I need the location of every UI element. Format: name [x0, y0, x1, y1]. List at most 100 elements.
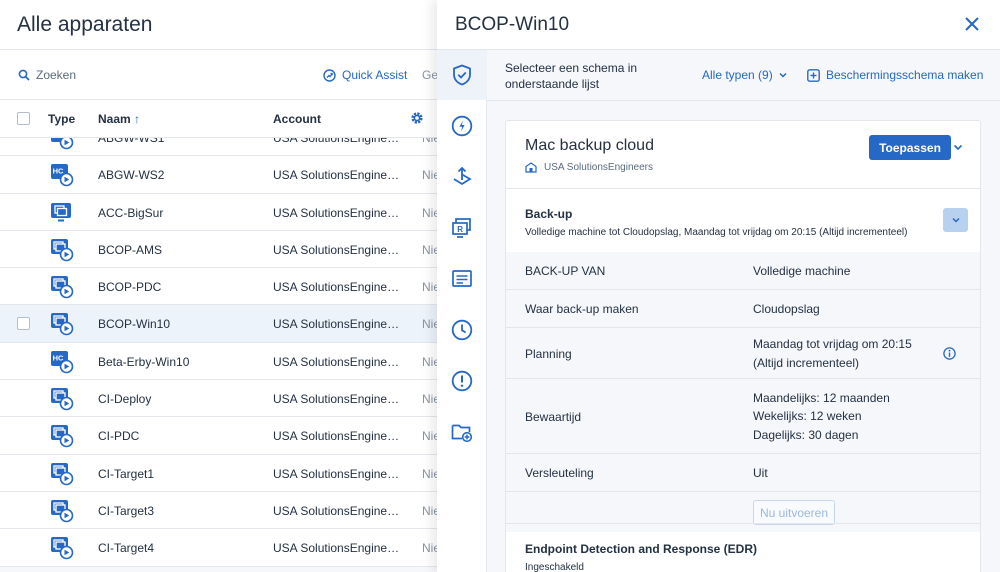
plan-selection-header: Selecteer een schema in onderstaande lij… [487, 50, 1000, 101]
device-table-body: HCABGW-WS1USA SolutionsEngineer...NieHCA… [0, 119, 437, 567]
plans-list: Mac backup cloud USA SolutionsEngineers … [487, 101, 1000, 572]
table-row[interactable]: HC ABGW-WS2 USA SolutionsEngineer... Nie [0, 156, 437, 194]
info-icon[interactable] [943, 347, 956, 360]
add-to-group-folder-icon[interactable] [450, 420, 474, 444]
device-name[interactable]: ACC-BigSur [98, 206, 163, 220]
device-status: Nie [422, 466, 437, 481]
vm-device-icon [50, 387, 74, 411]
create-protection-plan-label: Beschermingsschema maken [826, 68, 984, 82]
device-status: Nie [422, 205, 437, 220]
detail-value-line: Cloudopslag [753, 301, 820, 316]
device-name[interactable]: CI-Target1 [98, 467, 154, 481]
activities-clock-icon[interactable] [450, 318, 474, 342]
device-name[interactable]: CI-Target3 [98, 504, 154, 518]
device-status: Nie [422, 280, 437, 295]
row-checkbox[interactable] [17, 317, 30, 331]
list-toolbar: Zoeken Quick Assist Ge [0, 50, 437, 100]
search-button[interactable]: Zoeken [18, 68, 76, 82]
run-now-button[interactable]: Nu uitvoeren [753, 500, 835, 525]
column-type[interactable]: Type [48, 112, 75, 126]
close-icon[interactable] [964, 16, 980, 32]
edr-section-title: Endpoint Detection and Response (EDR) [525, 542, 758, 556]
mac-device-icon [50, 201, 74, 225]
detail-key: Waar back-up maken [525, 302, 639, 316]
device-name[interactable]: Beta-Erby-Win10 [98, 355, 189, 369]
vm-device-icon [50, 536, 74, 560]
sort-asc-icon: ↑ [134, 112, 141, 126]
edr-status: Ingeschakeld [525, 562, 584, 572]
plus-square-icon [807, 68, 820, 82]
quick-assist-icon [323, 68, 336, 82]
table-row[interactable]: BCOP-Win10 USA SolutionsEngineer... Nie [0, 305, 437, 343]
detail-value: Uit [753, 464, 768, 483]
panel-icon-rail: R [437, 50, 487, 572]
table-row[interactable]: ACC-BigSur USA SolutionsEngineer... Nie [0, 193, 437, 231]
table-row[interactable]: CI-Target3 USA SolutionsEngineer... Nie [0, 491, 437, 530]
table-row[interactable]: CI-PDC USA SolutionsEngineer... Nie [0, 417, 437, 455]
device-name[interactable]: BCOP-AMS [98, 243, 162, 257]
select-all-checkbox[interactable] [17, 112, 30, 125]
chevron-down-icon [779, 72, 787, 78]
device-name[interactable]: ABGW-WS2 [98, 168, 164, 182]
column-name-label: Naam [98, 112, 131, 126]
device-name[interactable]: CI-PDC [98, 429, 139, 443]
page-header: Alle apparaten [0, 0, 437, 50]
remote-desktop-icon[interactable]: R [450, 216, 474, 240]
vm-device-icon [50, 312, 74, 336]
table-row[interactable]: CI-Target1 USA SolutionsEngineer... Nie [0, 454, 437, 492]
table-row[interactable]: CI-Deploy USA SolutionsEngineer... Nie [0, 380, 437, 418]
select-plan-instruction: Selecteer een schema in onderstaande lij… [505, 61, 638, 91]
detail-key: Planning [525, 346, 572, 361]
device-status: Nie [422, 541, 437, 556]
table-row[interactable]: CI-Target4 USA SolutionsEngineer... Nie [0, 529, 437, 567]
toolbar-truncated-button[interactable]: Ge [422, 68, 437, 82]
device-account: USA SolutionsEngineer... [273, 280, 403, 295]
column-name[interactable]: Naam ↑ [98, 112, 140, 126]
plan-type-filter-dropdown[interactable]: Alle typen (9) [702, 68, 788, 82]
device-name[interactable]: BCOP-PDC [98, 280, 161, 294]
recovery-lightning-icon[interactable] [450, 114, 474, 138]
detail-value: Maandag tot vrijdag om 20:15 (Altijd incr… [753, 335, 912, 372]
apply-plan-button[interactable]: Toepassen [869, 135, 951, 160]
alerts-exclamation-icon[interactable] [450, 369, 474, 393]
card-divider [506, 188, 980, 189]
device-status: Nie [422, 503, 437, 518]
device-status: Nie [422, 354, 437, 369]
detail-row: Versleuteling Uit [506, 454, 980, 492]
table-row[interactable]: HC Beta-Erby-Win10 USA SolutionsEngineer..… [0, 342, 437, 381]
vm-device-icon [50, 424, 74, 448]
device-name[interactable]: CI-Deploy [98, 392, 151, 406]
device-status: Nie [422, 392, 437, 407]
deploy-arrows-icon[interactable] [450, 165, 474, 189]
table-row[interactable]: BCOP-PDC USA SolutionsEngineer... Nie [0, 268, 437, 306]
device-account: USA SolutionsEngineer... [273, 242, 403, 257]
search-label: Zoeken [36, 68, 77, 82]
protection-shield-icon[interactable] [450, 63, 474, 87]
device-account: USA SolutionsEngineer... [273, 168, 403, 183]
plan-name: Mac backup cloud [525, 137, 654, 154]
detail-row: BACK-UP VAN Volledige machine [506, 252, 980, 290]
chevron-down-icon [951, 217, 960, 223]
backup-details: BACK-UP VAN Volledige machine Waar back-up… [506, 252, 980, 532]
quick-assist-button[interactable]: Quick Assist [323, 68, 407, 82]
detail-row: Waar back-up maken Cloudopslag [506, 290, 980, 328]
detail-key: Versleuteling [525, 466, 594, 480]
table-row[interactable]: BCOP-AMS USA SolutionsEngineer... Nie [0, 230, 437, 269]
detail-row: Bewaartijd Maandelijks: 12 maanden Wekelij… [506, 379, 980, 454]
column-settings-gear-icon[interactable] [410, 111, 424, 125]
detail-value-line: Wekelijks: 12 weken [753, 409, 862, 424]
inventory-icon[interactable] [450, 267, 474, 291]
detail-key: Bewaartijd [525, 409, 582, 424]
detail-value-line: Maandag tot vrijdag om 20:15 [753, 337, 912, 351]
column-account[interactable]: Account [273, 112, 321, 126]
backup-collapse-button[interactable] [943, 208, 968, 232]
detail-value-line: Maandelijks: 12 maanden [753, 390, 890, 405]
create-protection-plan-button[interactable]: Beschermingsschema maken [807, 68, 983, 82]
device-name[interactable]: CI-Target4 [98, 541, 154, 555]
device-name[interactable]: BCOP-Win10 [98, 317, 170, 331]
detail-row: Planning Maandag tot vrijdag om 20:15 (Alt… [506, 328, 980, 379]
search-icon [18, 69, 30, 81]
plan-expand-chevron-icon[interactable] [952, 141, 964, 153]
device-account: USA SolutionsEngineer... [273, 429, 403, 444]
vm-device-icon [50, 275, 74, 299]
